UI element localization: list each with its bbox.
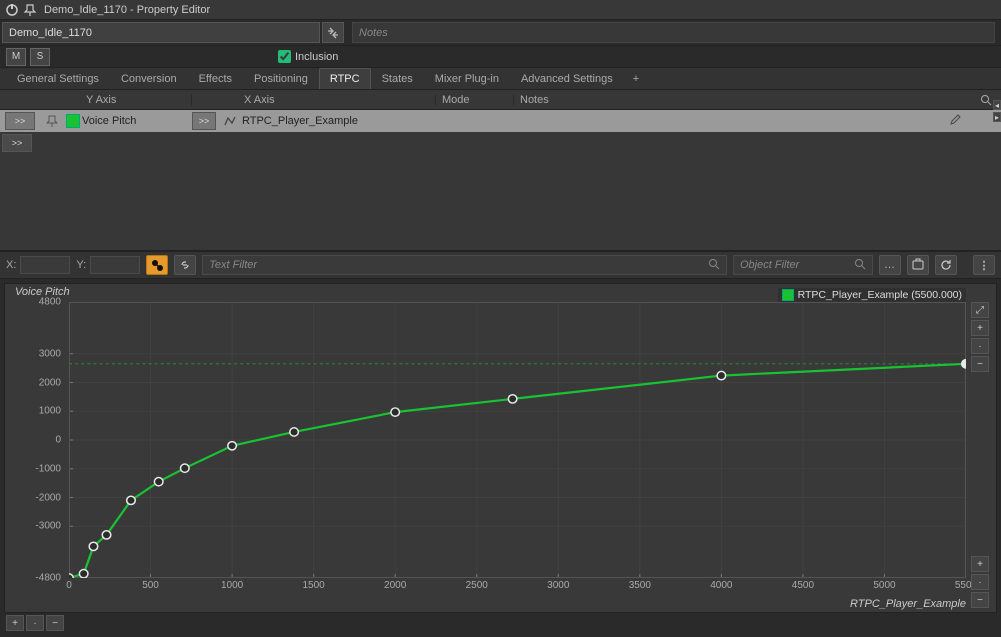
app-icon: [4, 2, 20, 18]
rtpc-table-empty: [0, 154, 1001, 250]
cursor-y: Y:: [76, 256, 140, 274]
tab-add[interactable]: +: [624, 68, 648, 89]
v-zoom-out-button-2[interactable]: −: [971, 592, 989, 608]
cursor-y-value[interactable]: [90, 256, 140, 274]
expand-handle[interactable]: ▸: [993, 112, 1001, 122]
rtpc-graph[interactable]: Voice Pitch RTPC_Player_Example (5500.00…: [4, 283, 997, 613]
v-zoom-in-button-2[interactable]: +: [971, 556, 989, 572]
notes-field[interactable]: Notes: [352, 22, 995, 43]
tab-positioning[interactable]: Positioning: [243, 68, 319, 89]
titlebar: Demo_Idle_1170 - Property Editor: [0, 0, 1001, 20]
object-filter-input[interactable]: Object Filter: [733, 255, 873, 275]
add-y-property-picker[interactable]: >>: [2, 134, 32, 152]
col-header-xaxis[interactable]: X Axis: [244, 94, 436, 106]
cursor-x-label: X:: [6, 259, 16, 271]
graph-vertical-zoom: ⤢ + · − + · −: [970, 302, 990, 608]
object-name-field[interactable]: Demo_Idle_1170: [2, 22, 320, 43]
text-filter-input[interactable]: Text Filter: [202, 255, 727, 275]
cursor-x: X:: [6, 256, 70, 274]
y-property-picker[interactable]: >>: [5, 112, 35, 130]
x-axis-parameter[interactable]: RTPC_Player_Example: [242, 110, 434, 132]
inclusion-label: Inclusion: [295, 51, 338, 63]
graph-toolbar: X: Y: Text Filter Object Filter … ⋮: [0, 251, 1001, 279]
rtpc-table: Y Axis X Axis Mode Notes >> Voice Pitch …: [0, 90, 1001, 251]
tab-conversion[interactable]: Conversion: [110, 68, 188, 89]
mode-cell[interactable]: [434, 110, 512, 132]
rtpc-add-row: >>: [0, 132, 1001, 154]
window-title: Demo_Idle_1170 - Property Editor: [44, 4, 210, 16]
cursor-x-value[interactable]: [20, 256, 70, 274]
tab-rtpc[interactable]: RTPC: [319, 68, 371, 89]
y-axis-ticks: 48003000200010000-1000-2000-3000-4800: [27, 302, 65, 578]
browse-button[interactable]: …: [879, 255, 901, 275]
link-button[interactable]: [174, 255, 196, 275]
mute-solo-row: M S Inclusion: [0, 46, 1001, 68]
inclusion-checkbox-input[interactable]: [278, 50, 291, 63]
tab-advanced-settings[interactable]: Advanced Settings: [510, 68, 624, 89]
collapse-handle[interactable]: ◂: [993, 100, 1001, 110]
options-button[interactable]: ⋮: [973, 255, 995, 275]
search-icon: [708, 258, 720, 273]
tab-mixer-plugin[interactable]: Mixer Plug-in: [424, 68, 510, 89]
tab-states[interactable]: States: [371, 68, 424, 89]
object-filter-placeholder: Object Filter: [740, 259, 799, 271]
x-axis-label: RTPC_Player_Example: [850, 598, 966, 610]
v-zoom-in-button[interactable]: +: [971, 320, 989, 336]
reset-button[interactable]: [935, 255, 957, 275]
v-zoom-reset-button[interactable]: ·: [971, 338, 989, 354]
nav-button[interactable]: [322, 22, 344, 43]
pin-icon[interactable]: [40, 110, 64, 132]
curve-color-swatch[interactable]: [66, 114, 80, 128]
tab-general-settings[interactable]: General Settings: [6, 68, 110, 89]
graph-horizontal-zoom: + · −: [6, 615, 64, 631]
x-axis-ticks: 0500100015002000250030003500400045005000…: [69, 580, 966, 594]
x-param-picker[interactable]: >>: [192, 112, 216, 130]
follow-object-button[interactable]: [146, 255, 168, 275]
gameparam-icon: [218, 110, 242, 132]
mute-button[interactable]: M: [6, 48, 26, 66]
pin-icon[interactable]: [22, 2, 38, 18]
v-zoom-reset-button-2[interactable]: ·: [971, 574, 989, 590]
object-header-row: Demo_Idle_1170 Notes: [0, 20, 1001, 46]
v-zoom-out-button[interactable]: −: [971, 356, 989, 372]
legend-swatch: [782, 289, 794, 301]
rtpc-row[interactable]: >> Voice Pitch >> RTPC_Player_Example: [0, 110, 1001, 132]
graph-legend: RTPC_Player_Example (5500.000): [778, 288, 966, 302]
col-header-mode[interactable]: Mode: [436, 94, 514, 106]
capture-button[interactable]: [907, 255, 929, 275]
legend-label: RTPC_Player_Example (5500.000): [798, 289, 962, 301]
panel-collapse-handles: ◂ ▸: [993, 100, 1001, 122]
col-header-yaxis[interactable]: Y Axis: [84, 94, 192, 106]
col-header-notes[interactable]: Notes: [514, 94, 971, 106]
rtpc-column-header: Y Axis X Axis Mode Notes: [0, 90, 1001, 110]
zoom-fit-button[interactable]: ⤢: [971, 302, 989, 318]
cursor-y-label: Y:: [76, 259, 86, 271]
tab-effects[interactable]: Effects: [188, 68, 243, 89]
solo-button[interactable]: S: [30, 48, 50, 66]
text-filter-placeholder: Text Filter: [209, 259, 257, 271]
search-icon: [854, 258, 866, 273]
inclusion-checkbox[interactable]: Inclusion: [278, 50, 338, 63]
h-zoom-in-button[interactable]: +: [6, 615, 24, 631]
tab-bar: General Settings Conversion Effects Posi…: [0, 68, 1001, 90]
edit-notes-icon[interactable]: [949, 114, 961, 129]
h-zoom-out-button[interactable]: −: [46, 615, 64, 631]
y-axis-property[interactable]: Voice Pitch: [82, 110, 190, 132]
plot-canvas[interactable]: [69, 302, 966, 578]
h-zoom-reset-button[interactable]: ·: [26, 615, 44, 631]
